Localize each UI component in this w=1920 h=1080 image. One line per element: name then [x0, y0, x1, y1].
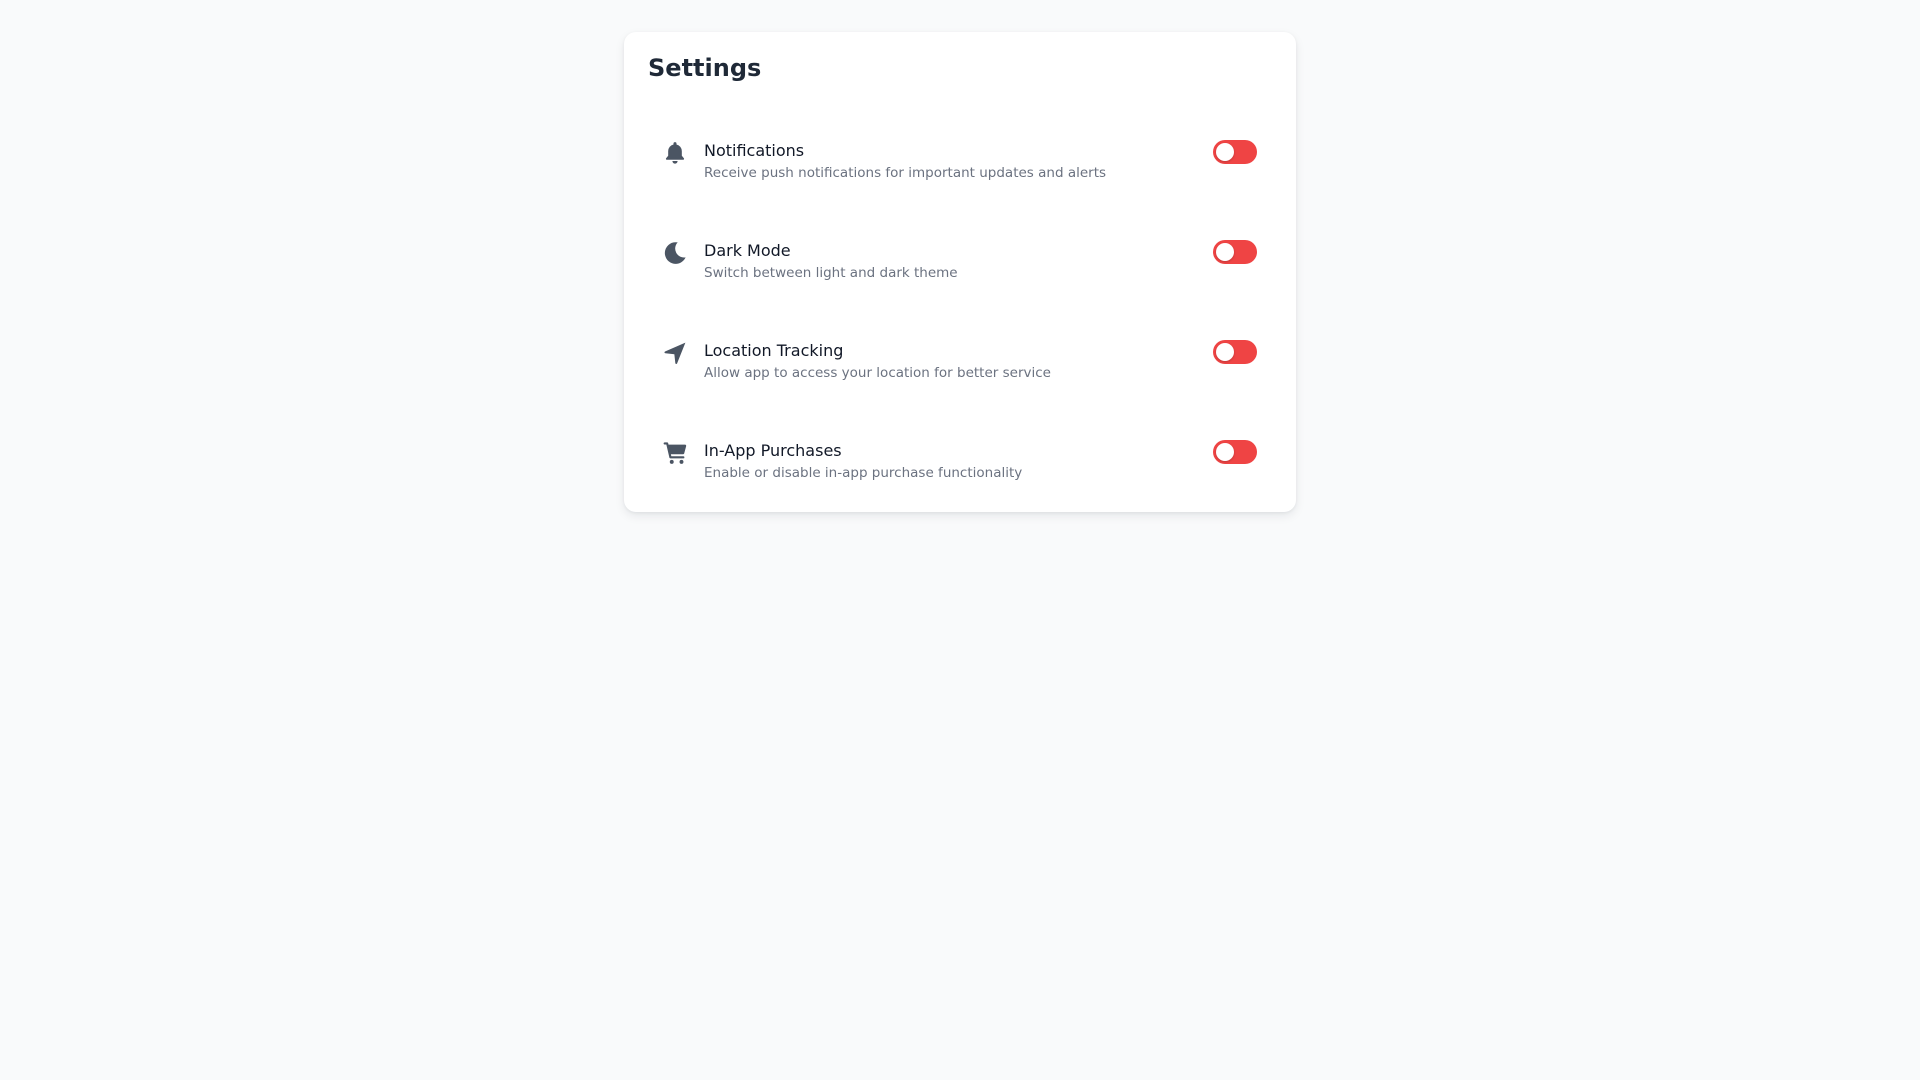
- toggle-knob: [1216, 343, 1234, 361]
- dark-mode-toggle[interactable]: [1213, 240, 1257, 264]
- setting-row-dark-mode: Dark Mode Switch between light and dark …: [648, 228, 1272, 328]
- setting-row-location-tracking: Location Tracking Allow app to access yo…: [648, 328, 1272, 428]
- bell-icon: [662, 140, 688, 166]
- location-arrow-icon: [662, 340, 688, 366]
- setting-label: Dark Mode: [704, 241, 791, 260]
- setting-row-notifications: Notifications Receive push notifications…: [648, 128, 1272, 228]
- setting-description: Receive push notifications for important…: [704, 165, 1107, 181]
- shopping-cart-icon: [662, 440, 688, 466]
- setting-row-in-app-purchases: In-App Purchases Enable or disable in-ap…: [648, 428, 1272, 528]
- settings-card: Settings Notifications Receive push noti…: [624, 32, 1296, 512]
- setting-label: Location Tracking: [704, 341, 844, 360]
- settings-list: Notifications Receive push notifications…: [648, 128, 1272, 528]
- toggle-knob: [1216, 243, 1234, 261]
- setting-description: Switch between light and dark theme: [704, 265, 958, 281]
- in-app-purchases-toggle[interactable]: [1213, 440, 1257, 464]
- toggle-knob: [1216, 143, 1234, 161]
- page-title: Settings: [648, 54, 762, 82]
- notifications-toggle[interactable]: [1213, 140, 1257, 164]
- setting-description: Enable or disable in-app purchase functi…: [704, 465, 1023, 481]
- toggle-knob: [1216, 443, 1234, 461]
- location-tracking-toggle[interactable]: [1213, 340, 1257, 364]
- moon-icon: [662, 240, 688, 266]
- setting-label: Notifications: [704, 141, 805, 160]
- setting-label: In-App Purchases: [704, 441, 842, 460]
- setting-description: Allow app to access your location for be…: [704, 365, 1051, 381]
